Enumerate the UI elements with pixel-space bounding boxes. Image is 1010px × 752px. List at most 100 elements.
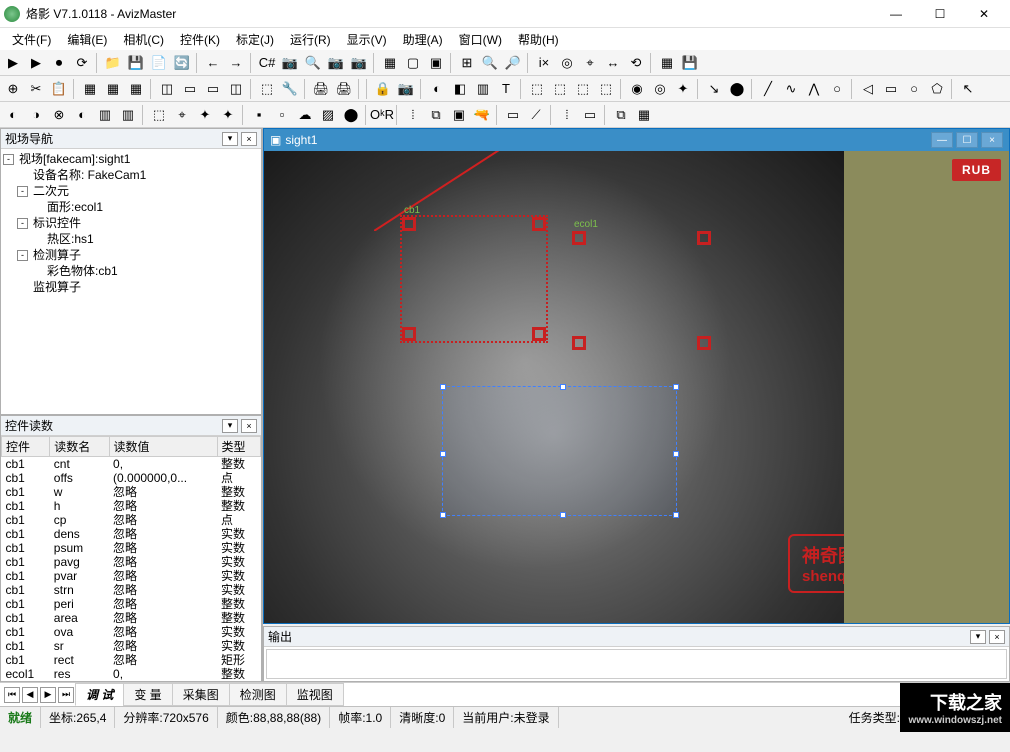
menu-7[interactable]: 助理(A) xyxy=(395,29,451,50)
toolbar-btn-r2-14[interactable]: ☁ xyxy=(294,104,316,126)
toolbar-btn-r0-1[interactable]: ▶ xyxy=(25,52,47,74)
toolbar-btn-r0-34[interactable]: 💾 xyxy=(679,52,701,74)
toolbar-btn-r1-33[interactable]: ◉ xyxy=(626,78,648,100)
table-row[interactable]: cb1strn忽略实数 xyxy=(2,583,261,597)
table-row[interactable]: ecol1res0,整数 xyxy=(2,667,261,681)
toolbar-btn-r2-4[interactable]: ▥ xyxy=(94,104,116,126)
toolbar-btn-r0-6[interactable]: 💾 xyxy=(125,52,147,74)
tree-item[interactable]: 热区:hs1 xyxy=(45,231,96,247)
toolbar-btn-r1-14[interactable]: 🔧 xyxy=(279,78,301,100)
bottom-tab-1[interactable]: 变 量 xyxy=(123,683,172,706)
toolbar-btn-r2-1[interactable]: ◑ xyxy=(25,104,47,126)
toolbar-btn-r1-1[interactable]: ✂ xyxy=(25,78,47,100)
table-row[interactable]: cb1offs(0.000000,0...点 xyxy=(2,471,261,485)
toolbar-btn-r2-5[interactable]: ▥ xyxy=(117,104,139,126)
toolbar-btn-r1-29[interactable]: ⬚ xyxy=(549,78,571,100)
toolbar-btn-r2-22[interactable]: ▣ xyxy=(448,104,470,126)
toolbar-btn-r0-28[interactable]: ◎ xyxy=(556,52,578,74)
close-button[interactable]: ✕ xyxy=(962,1,1006,27)
toolbar-btn-r0-2[interactable]: ⏺ xyxy=(48,52,70,74)
minimize-button[interactable]: — xyxy=(874,1,918,27)
toolbar-btn-r2-2[interactable]: ⊗ xyxy=(48,104,70,126)
readings-header[interactable]: 控件 xyxy=(2,437,50,457)
toolbar-btn-r2-20[interactable]: ⦙ xyxy=(402,104,424,126)
toolbar-btn-r2-25[interactable]: ▭ xyxy=(502,104,524,126)
tree-root[interactable]: 视场[fakecam]:sight1 xyxy=(17,151,132,167)
toolbar-btn-r1-11[interactable]: ◫ xyxy=(225,78,247,100)
toolbar-btn-r1-0[interactable]: ⊕ xyxy=(2,78,24,100)
tree-item[interactable]: 设备名称: FakeCam1 xyxy=(31,167,148,183)
table-row[interactable]: cb1cnt0,整数 xyxy=(2,457,261,472)
table-row[interactable]: cb1h忽略整数 xyxy=(2,499,261,513)
toolbar-btn-r2-7[interactable]: ⬚ xyxy=(148,104,170,126)
viewport[interactable]: cb1 ecol1 xyxy=(264,151,1009,623)
table-row[interactable]: cb1peri忽略整数 xyxy=(2,597,261,611)
toolbar-btn-r2-31[interactable]: ⧉ xyxy=(610,104,632,126)
toolbar-btn-r1-4[interactable]: ▦ xyxy=(79,78,101,100)
toolbar-btn-r1-42[interactable]: ⋀ xyxy=(803,78,825,100)
toolbar-btn-r1-23[interactable]: ◐ xyxy=(426,78,448,100)
table-row[interactable]: cb1rect忽略矩形 xyxy=(2,653,261,667)
table-row[interactable]: cb1ova忽略实数 xyxy=(2,625,261,639)
toolbar-btn-r1-10[interactable]: ▭ xyxy=(202,78,224,100)
toolbar-btn-r1-40[interactable]: ╱ xyxy=(757,78,779,100)
output-close-icon[interactable]: × xyxy=(989,630,1005,644)
toolbar-btn-r0-30[interactable]: ↔ xyxy=(602,52,624,74)
table-row[interactable]: cb1sr忽略实数 xyxy=(2,639,261,653)
menu-1[interactable]: 编辑(E) xyxy=(59,29,115,50)
toolbar-btn-r1-43[interactable]: ○ xyxy=(826,78,848,100)
toolbar-btn-r0-3[interactable]: ⟳ xyxy=(71,52,93,74)
toolbar-btn-r2-8[interactable]: ⌖ xyxy=(171,104,193,126)
toolbar-btn-r2-13[interactable]: ▫ xyxy=(271,104,293,126)
toolbar-btn-r0-16[interactable]: 📷 xyxy=(325,52,347,74)
tree-item[interactable]: 监视算子 xyxy=(31,279,83,295)
ecol1-roi[interactable]: ecol1 xyxy=(574,233,709,348)
maximize-button[interactable]: ☐ xyxy=(918,1,962,27)
toolbar-btn-r2-0[interactable]: ◐ xyxy=(2,104,24,126)
toolbar-btn-r0-13[interactable]: C# xyxy=(256,52,278,74)
toolbar-btn-r1-35[interactable]: ✦ xyxy=(672,78,694,100)
bottom-tab-2[interactable]: 采集图 xyxy=(172,683,230,706)
toolbar-btn-r0-29[interactable]: ⌖ xyxy=(579,52,601,74)
tree-toggle[interactable]: - xyxy=(17,250,28,261)
tab-nav-first[interactable]: ⏮ xyxy=(4,687,20,703)
toolbar-btn-r0-11[interactable]: → xyxy=(225,52,247,74)
toolbar-btn-r2-29[interactable]: ▭ xyxy=(579,104,601,126)
toolbar-btn-r1-17[interactable]: 🖨 xyxy=(333,78,355,100)
menu-8[interactable]: 窗口(W) xyxy=(451,29,510,50)
bottom-tab-3[interactable]: 检测图 xyxy=(229,683,287,706)
table-row[interactable]: cb1pvar忽略实数 xyxy=(2,569,261,583)
viewport-maximize-button[interactable]: ☐ xyxy=(956,132,978,148)
readings-header[interactable]: 类型 xyxy=(217,437,260,457)
output-pin-icon[interactable]: ▾ xyxy=(970,630,986,644)
toolbar-btn-r1-50[interactable]: ↖ xyxy=(957,78,979,100)
toolbar-btn-r0-14[interactable]: 📷 xyxy=(279,52,301,74)
tree-item[interactable]: 面形:ecol1 xyxy=(45,199,105,215)
tree-item[interactable]: 彩色物体:cb1 xyxy=(45,263,120,279)
toolbar-btn-r2-28[interactable]: ⦙ xyxy=(556,104,578,126)
toolbar-btn-r0-15[interactable]: 🔍 xyxy=(302,52,324,74)
readings-header[interactable]: 读数值 xyxy=(109,437,217,457)
toolbar-btn-r0-31[interactable]: ⟲ xyxy=(625,52,647,74)
toolbar-btn-r1-8[interactable]: ◫ xyxy=(156,78,178,100)
tab-nav-next[interactable]: ▶ xyxy=(40,687,56,703)
toolbar-btn-r2-23[interactable]: 🔫 xyxy=(471,104,493,126)
toolbar-btn-r1-20[interactable]: 🔒 xyxy=(372,78,394,100)
menu-5[interactable]: 运行(R) xyxy=(282,29,339,50)
toolbar-btn-r1-45[interactable]: ◁ xyxy=(857,78,879,100)
menu-9[interactable]: 帮助(H) xyxy=(510,29,567,50)
toolbar-btn-r0-10[interactable]: ← xyxy=(202,52,224,74)
menu-6[interactable]: 显示(V) xyxy=(339,29,395,50)
toolbar-btn-r2-32[interactable]: ▦ xyxy=(633,104,655,126)
tree-toggle[interactable]: - xyxy=(17,186,28,197)
table-row[interactable]: cb1w忽略整数 xyxy=(2,485,261,499)
toolbar-btn-r0-17[interactable]: 📷 xyxy=(348,52,370,74)
toolbar-btn-r0-33[interactable]: ▦ xyxy=(656,52,678,74)
readings-close-icon[interactable]: × xyxy=(241,419,257,433)
readings-pin-icon[interactable]: ▾ xyxy=(222,419,238,433)
toolbar-btn-r1-24[interactable]: ◧ xyxy=(449,78,471,100)
tree-toggle[interactable]: - xyxy=(17,218,28,229)
tree-toggle[interactable]: - xyxy=(3,154,14,165)
menu-2[interactable]: 相机(C) xyxy=(115,29,172,50)
table-row[interactable]: cb1cp忽略点 xyxy=(2,513,261,527)
